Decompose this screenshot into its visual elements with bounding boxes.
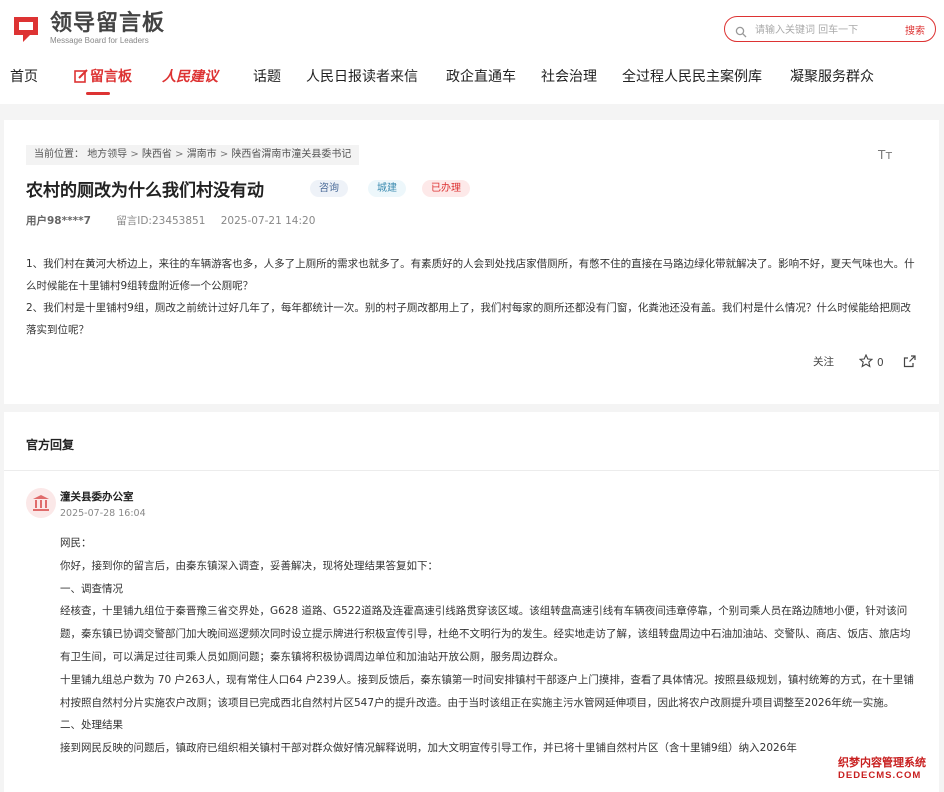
search-icon [735, 23, 747, 42]
nav-gov-business[interactable]: 政企直通车 [446, 66, 516, 88]
star-icon [858, 353, 874, 371]
share-button[interactable] [903, 354, 917, 371]
reply-paragraph: 网民： [60, 537, 92, 549]
like-count: 0 [877, 356, 884, 369]
message-body: 1、我们村在黄河大桥边上，来往的车辆游客也多，人多了上厕所的需求也就多了。有素质… [26, 253, 916, 341]
edit-icon [74, 68, 88, 90]
tag-urban-construction: 城建 [368, 180, 406, 197]
nav-democracy-cases[interactable]: 全过程人民民主案例库 [622, 66, 762, 88]
reply-paragraph: 十里铺九组总户数为 70 户263人，现有常住人口64 户239人。接到反馈后，… [60, 673, 914, 709]
nav-social-governance[interactable]: 社会治理 [541, 66, 597, 88]
search-input[interactable] [753, 20, 897, 40]
breadcrumb-link[interactable]: 陕西省渭南市潼关县委书记 [231, 149, 351, 160]
message-date: 2025-07-21 14:20 [220, 215, 316, 227]
search-button[interactable]: 搜索 [905, 22, 925, 37]
like-button[interactable]: 0 [858, 353, 884, 371]
reply-paragraph: 你好，接到你的留言后，由秦东镇深入调查，妥善解决，现将处理结果答复如下： [60, 559, 438, 572]
nav-message-board-label: 留言板 [90, 69, 132, 85]
reply-body: 网民： 你好，接到你的留言后，由秦东镇深入调查，妥善解决，现将处理结果答复如下：… [60, 532, 920, 760]
chevron-right-icon: > [175, 149, 187, 160]
reply-paragraph: 经核查，十里铺九组位于秦晋豫三省交界处，G628 道路、G522道路及连霍高速引… [60, 605, 911, 663]
main-nav: 首页 留言板 人民建议 话题 人民日报读者来信 政企直通车 社会治理 全过程人民… [0, 66, 944, 90]
message-title: 农村的厕改为什么我们村没有动 [26, 181, 264, 201]
font-size-icon[interactable]: Tт [878, 148, 892, 162]
logo-title: 领导留言板 [50, 11, 166, 36]
chevron-right-icon: > [219, 149, 232, 160]
divider [4, 470, 939, 471]
breadcrumb-link[interactable]: 地方领导 [87, 149, 127, 160]
government-building-icon [26, 488, 56, 518]
reply-org-name: 潼关县委办公室 [60, 491, 134, 503]
status-badge: 已办理 [422, 180, 470, 197]
breadcrumb: 当前位置： 地方领导 > 陕西省 > 渭南市 > 陕西省渭南市潼关县委书记 [26, 145, 360, 165]
chevron-right-icon: > [130, 149, 142, 160]
top-header: 领导留言板 Message Board for Leaders 搜索 首页 留言… [0, 0, 944, 104]
share-icon [903, 354, 917, 371]
nav-serve-masses[interactable]: 凝聚服务群众 [790, 66, 874, 88]
tag-consult: 咨询 [310, 180, 348, 197]
reply-paragraph: 一、调查情况 [60, 582, 123, 595]
message-paragraph: 1、我们村在黄河大桥边上，来往的车辆游客也多，人多了上厕所的需求也就多了。有素质… [26, 258, 915, 292]
nav-people-suggestion[interactable]: 人民建议 [162, 66, 218, 88]
breadcrumb-prefix: 当前位置： [34, 149, 84, 160]
message-user: 用户98****7 [26, 215, 91, 227]
watermark-line2: DEDECMS.COM [838, 770, 922, 781]
nav-home[interactable]: 首页 [10, 66, 38, 88]
message-meta: 用户98****7 留言ID:23453851 2025-07-21 14:20 [26, 213, 315, 228]
message-paragraph: 2、我们村是十里铺村9组，厕改之前统计过好几年了，每年都统计一次。别的村子厕改都… [26, 302, 911, 336]
message-card: 当前位置： 地方领导 > 陕西省 > 渭南市 > 陕西省渭南市潼关县委书记 Tт… [4, 120, 939, 404]
follow-button[interactable]: 关注 [813, 354, 834, 369]
message-id: 留言ID:23453851 [116, 215, 206, 227]
reply-paragraph: 接到网民反映的问题后，镇政府已组织相关镇村干部对群众做好情况解释说明，加大文明宣… [60, 742, 797, 755]
nav-topics[interactable]: 话题 [253, 66, 281, 88]
reply-card: 官方回复 潼关县委办公室 2025-07-28 16:04 网民： 你好，接到你… [4, 412, 939, 792]
nav-message-board[interactable]: 留言板 [74, 66, 132, 90]
breadcrumb-link[interactable]: 渭南市 [187, 149, 217, 160]
search-box: 搜索 [724, 16, 936, 42]
section-title: 官方回复 [26, 438, 75, 452]
reply-paragraph: 二、处理结果 [60, 719, 123, 732]
watermark: 织梦内容管理系统 DEDECMS.COM [838, 754, 938, 781]
reply-date: 2025-07-28 16:04 [60, 508, 146, 519]
watermark-line1: 织梦内容管理系统 [838, 757, 926, 769]
logo-subtitle: Message Board for Leaders [50, 36, 149, 45]
nav-reader-letters[interactable]: 人民日报读者来信 [306, 66, 418, 88]
breadcrumb-link[interactable]: 陕西省 [142, 149, 172, 160]
site-logo[interactable]: 领导留言板 Message Board for Leaders [10, 12, 165, 46]
nav-active-indicator [86, 92, 110, 95]
logo-mark-icon [10, 13, 42, 45]
